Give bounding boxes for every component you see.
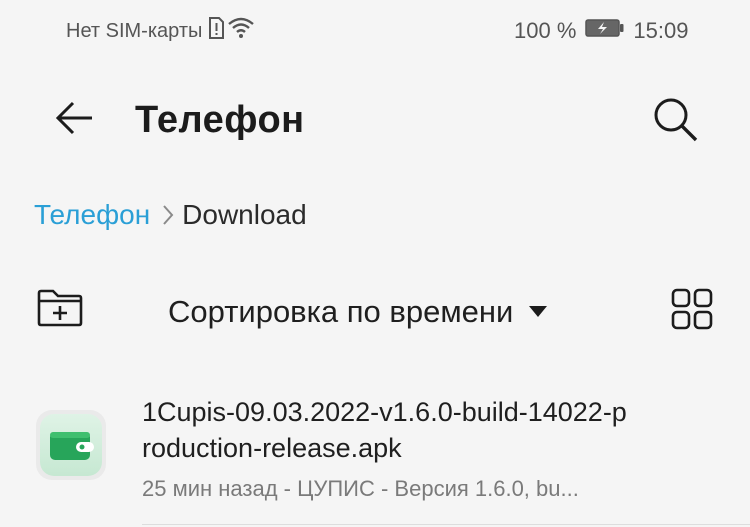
page-title: Телефон [135,99,305,141]
breadcrumb-current: Download [182,199,307,230]
arrow-left-icon [54,100,94,141]
view-toggle-button[interactable] [670,288,714,335]
wallet-app-icon [36,410,106,480]
breadcrumb: Телефон Download [34,197,307,233]
clock: 15:09 [633,18,689,43]
search-button[interactable] [650,96,700,146]
list-divider [142,524,750,525]
sort-dropdown[interactable]: Сортировка по времени [168,290,548,334]
chevron-right-icon [162,204,174,226]
file-name: 1Cupis-09.03.2022-v1.6.0-build-14022-pro… [142,397,627,463]
status-bar-left: Нет SIM-карты [66,17,255,45]
folder-plus-icon [36,288,84,333]
caret-down-icon [529,306,548,318]
file-meta: 25 мин назад - ЦУПИС - Версия 1.6.0, bu.… [142,476,579,501]
battery-charging-icon [585,18,625,44]
sim-status-text: Нет SIM-карты [66,19,203,42]
sort-label: Сортировка по времени [168,294,514,329]
back-button[interactable] [50,96,98,144]
list-item[interactable]: 1Cupis-09.03.2022-v1.6.0-build-14022-pro… [0,380,750,527]
grid-view-icon [671,288,713,335]
battery-percent: 100 % [514,18,577,43]
breadcrumb-root[interactable]: Телефон [34,199,150,231]
status-bar-right: 100 % 15:09 [514,17,688,45]
wifi-icon [228,17,255,45]
sim-alert-icon [208,17,225,45]
new-folder-button[interactable] [34,287,86,333]
search-icon [652,96,698,147]
